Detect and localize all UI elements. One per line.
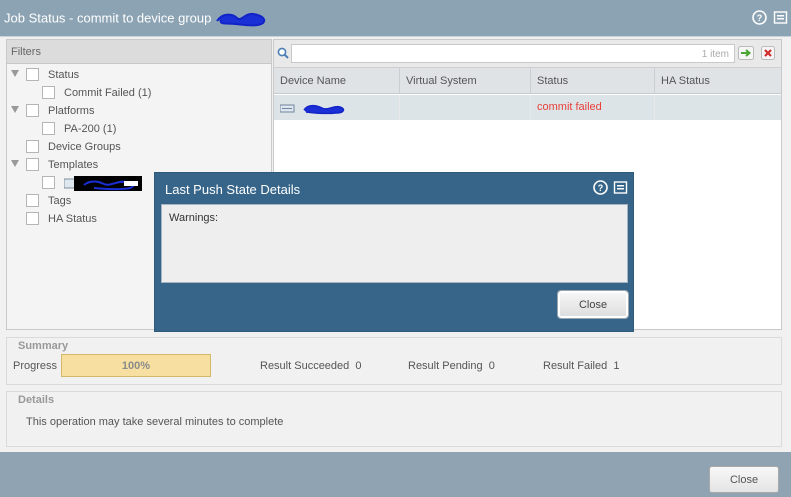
filter-item-commit-failed[interactable]: Commit Failed (1) <box>7 85 267 103</box>
collapse-triangle-icon[interactable] <box>11 106 19 113</box>
filter-label-ha-status: HA Status <box>48 213 97 225</box>
summary-section: Summary Progress 100% Result Succeeded 0… <box>6 337 782 385</box>
last-push-state-modal: Last Push State Details ? Warnings: Clos… <box>154 172 634 332</box>
window-title: Job Status - commit to device group <box>4 10 271 28</box>
modal-warnings-text: Warnings: <box>169 212 219 224</box>
redacted-scribble-icon <box>216 12 266 27</box>
dialog-footer <box>0 452 791 497</box>
device-icon <box>280 104 345 115</box>
cell-status: commit failed <box>531 95 655 120</box>
details-text: This operation may take several minutes … <box>26 416 284 428</box>
details-section: Details This operation may take several … <box>6 391 782 447</box>
result-failed-label: Result Failed <box>543 360 608 372</box>
filters-header: Filters <box>7 40 271 64</box>
progress-text: 100% <box>121 360 151 372</box>
filter-checkbox-status[interactable] <box>26 68 39 81</box>
filter-checkbox-pa-200[interactable] <box>42 122 55 135</box>
help-icon[interactable]: ? <box>593 180 608 195</box>
filter-checkbox-commit-failed[interactable] <box>42 86 55 99</box>
filter-item-pa-200[interactable]: PA-200 (1) <box>7 121 267 139</box>
search-input[interactable] <box>291 44 735 63</box>
column-header-device-name[interactable]: Device Name <box>274 68 400 94</box>
filter-label-platforms: Platforms <box>48 105 95 117</box>
result-pending-value: 0 <box>488 360 495 372</box>
summary-title: Summary <box>18 340 69 352</box>
result-succeeded-value: 0 <box>355 360 362 372</box>
filter-checkbox-platforms[interactable] <box>26 104 39 117</box>
filter-checkbox-template[interactable] <box>42 176 55 189</box>
item-count: 1 item <box>701 49 729 60</box>
cell-ha-status <box>655 95 781 120</box>
grid-header: Device Name Virtual System Status HA Sta… <box>274 68 781 94</box>
result-failed-value: 1 <box>613 360 620 372</box>
window-title-text: Job Status - commit to device group <box>4 10 212 26</box>
filter-checkbox-tags[interactable] <box>26 194 39 207</box>
cell-virtual-system <box>400 95 531 120</box>
column-header-ha-status[interactable]: HA Status <box>655 68 781 94</box>
result-failed: Result Failed 1 <box>543 360 619 372</box>
filter-label-tags: Tags <box>48 195 72 207</box>
apply-filter-icon[interactable] <box>738 46 754 60</box>
search-bar: 1 item <box>274 40 781 68</box>
filter-label-status: Status <box>48 69 80 81</box>
filter-group-device-groups[interactable]: Device Groups <box>7 139 267 157</box>
filter-label-templates: Templates <box>48 159 99 171</box>
collapse-triangle-icon[interactable] <box>11 70 19 77</box>
column-header-status[interactable]: Status <box>531 68 655 94</box>
result-succeeded: Result Succeeded 0 <box>260 360 362 372</box>
cell-device-name <box>274 95 400 120</box>
result-succeeded-label: Result Succeeded <box>260 360 350 372</box>
filter-checkbox-templates[interactable] <box>26 158 39 171</box>
details-title: Details <box>18 394 55 406</box>
window-titlebar: Job Status - commit to device group ? <box>0 0 791 36</box>
column-header-virtual-system[interactable]: Virtual System <box>400 68 531 94</box>
search-icon <box>277 47 289 59</box>
collapse-triangle-icon[interactable] <box>11 160 19 167</box>
filter-checkbox-ha-status[interactable] <box>26 212 39 225</box>
filter-label-device-groups: Device Groups <box>48 141 121 153</box>
table-row[interactable]: commit failed <box>274 95 781 120</box>
progress-bar: 100% <box>61 354 211 377</box>
svg-text:?: ? <box>598 183 604 193</box>
filter-label-commit-failed: Commit Failed (1) <box>64 87 152 99</box>
help-icon[interactable]: ? <box>752 10 767 25</box>
close-button[interactable]: Close <box>709 466 779 493</box>
result-pending-label: Result Pending <box>408 360 483 372</box>
result-pending: Result Pending 0 <box>408 360 495 372</box>
modal-close-button[interactable]: Close <box>557 290 629 319</box>
filter-label-pa-200: PA-200 (1) <box>64 123 117 135</box>
clear-filter-icon[interactable] <box>761 46 775 60</box>
svg-text:?: ? <box>757 13 763 23</box>
progress-label: Progress <box>13 360 58 372</box>
modal-content: Warnings: <box>161 204 628 283</box>
maximize-icon[interactable] <box>613 180 628 195</box>
redacted-template-icon <box>64 176 142 191</box>
filter-group-status[interactable]: Status <box>7 67 267 85</box>
filter-group-platforms[interactable]: Platforms <box>7 103 267 121</box>
maximize-icon[interactable] <box>773 10 788 25</box>
filter-checkbox-device-groups[interactable] <box>26 140 39 153</box>
modal-title: Last Push State Details <box>165 182 301 197</box>
